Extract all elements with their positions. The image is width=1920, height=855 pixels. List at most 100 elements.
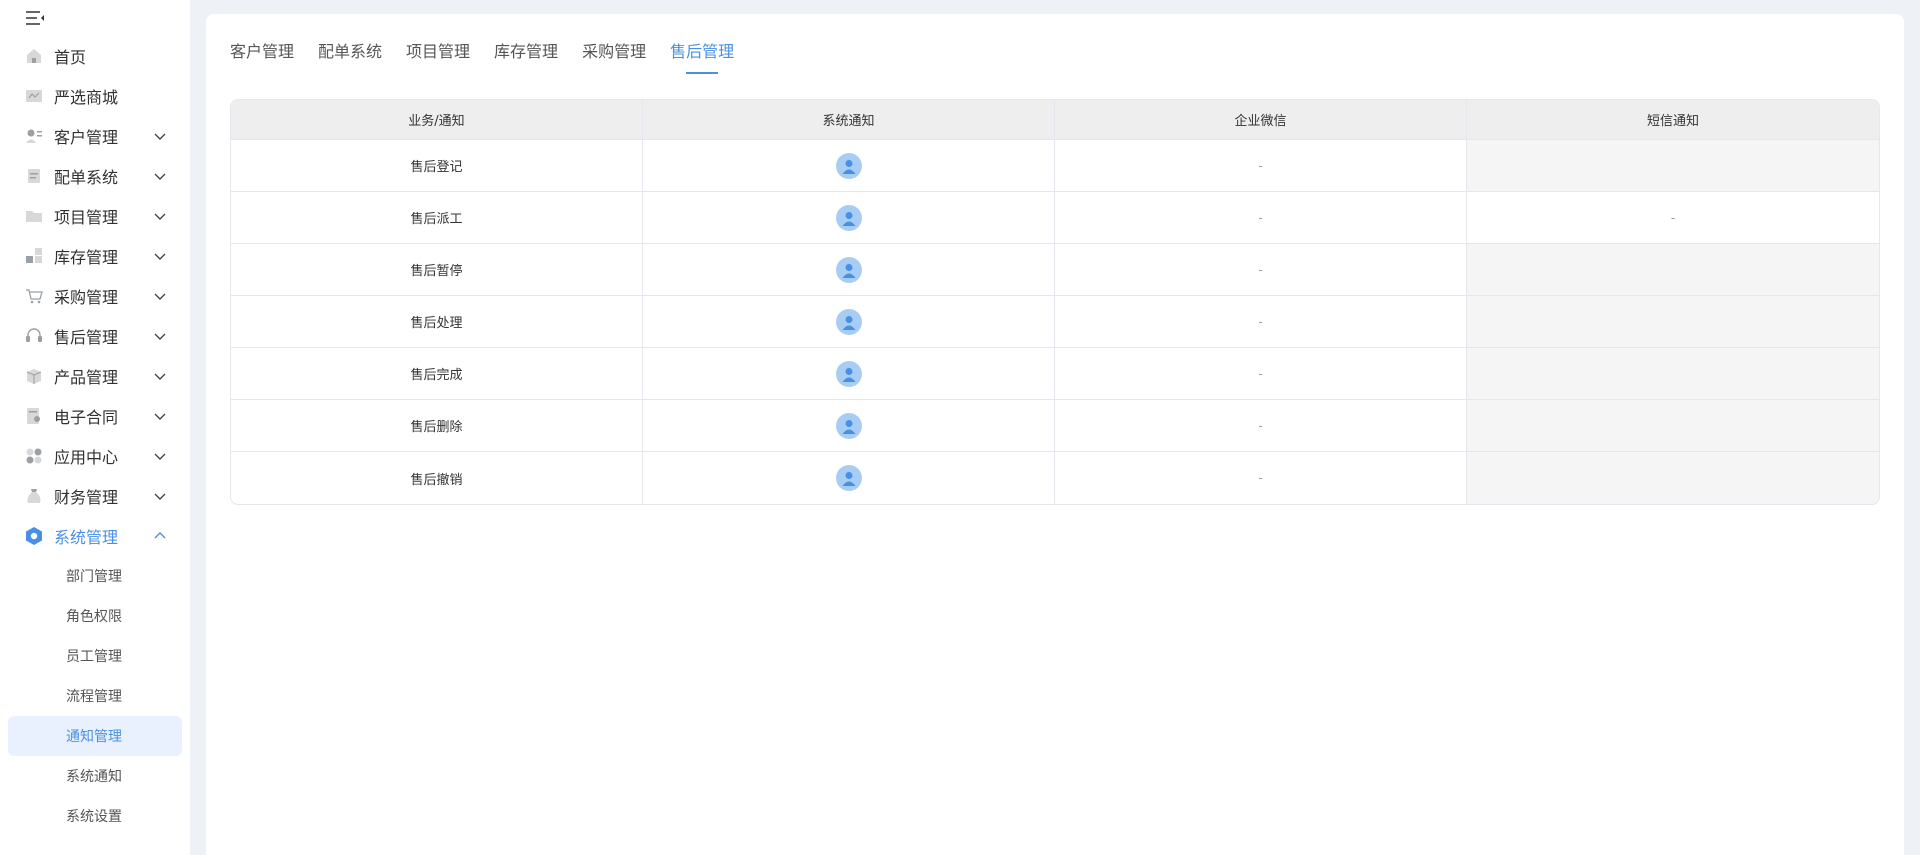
user-avatar-icon[interactable] <box>835 204 862 231</box>
chevron-down-icon <box>152 208 168 224</box>
apps-icon <box>24 446 44 466</box>
business-name-cell: 售后处理 <box>231 296 643 347</box>
chevron-down-icon <box>152 368 168 384</box>
sidebar-item-label: 库存管理 <box>54 248 119 267</box>
sidebar-item-label: 首页 <box>54 48 87 67</box>
chevron-down-icon <box>152 128 168 144</box>
settings-hex-icon <box>24 526 44 546</box>
table-row: 售后处理 - <box>231 296 1879 348</box>
table-row: 售后登记 - <box>231 140 1879 192</box>
table-row: 售后撤销 - <box>231 452 1879 504</box>
wecom-cell[interactable]: - <box>1055 140 1467 191</box>
chevron-down-icon <box>152 448 168 464</box>
sidebar-item-6[interactable]: 采购管理 <box>0 276 190 316</box>
table-body: 售后登记 - 售后派工 - - 售后暂停 - 售后处理 - 售后完成 - 售后删除 - 售后撤销 - <box>231 140 1879 504</box>
wecom-cell[interactable]: - <box>1055 348 1467 399</box>
sidebar-item-7[interactable]: 售后管理 <box>0 316 190 356</box>
home-icon <box>24 46 44 66</box>
system-notice-cell <box>643 296 1055 347</box>
column-header-sms: 短信通知 <box>1467 100 1879 140</box>
sidebar-item-2[interactable]: 客户管理 <box>0 116 190 156</box>
sidebar-item-label: 财务管理 <box>54 488 119 507</box>
user-avatar-icon[interactable] <box>835 465 862 491</box>
system-notice-cell <box>643 244 1055 295</box>
sidebar-item-11[interactable]: 财务管理 <box>0 476 190 516</box>
wecom-value: - <box>1258 158 1263 173</box>
system-notice-cell <box>643 140 1055 191</box>
submenu-item-0[interactable]: 部门管理 <box>8 556 182 596</box>
wecom-value: - <box>1258 471 1263 485</box>
user-avatar-icon[interactable] <box>835 412 862 439</box>
tab-2[interactable]: 项目管理 <box>406 38 470 74</box>
sidebar-item-label: 系统管理 <box>54 528 119 547</box>
tab-3[interactable]: 库存管理 <box>494 38 558 74</box>
submenu-item-3[interactable]: 流程管理 <box>8 676 182 716</box>
user-avatar-icon[interactable] <box>835 256 862 283</box>
wecom-value: - <box>1258 418 1263 433</box>
sidebar-item-label: 客户管理 <box>54 128 119 147</box>
sidebar-item-label: 电子合同 <box>54 408 119 427</box>
notification-table: 业务/通知 系统通知 企业微信 短信通知 售后登记 - 售后派工 - - 售后暂停 - 售后处… <box>230 99 1880 505</box>
sidebar-item-label: 采购管理 <box>54 288 119 307</box>
user-avatar-icon[interactable] <box>835 152 862 179</box>
submenu-item-2[interactable]: 员工管理 <box>8 636 182 676</box>
sidebar-item-1[interactable]: 严选商城 <box>0 76 190 116</box>
system-notice-cell <box>643 348 1055 399</box>
business-name-cell: 售后登记 <box>231 140 643 191</box>
user-avatar-icon[interactable] <box>835 308 862 335</box>
wecom-cell[interactable]: - <box>1055 452 1467 504</box>
inventory-icon <box>24 246 44 266</box>
chevron-down-icon <box>152 288 168 304</box>
submenu-item-4[interactable]: 通知管理 <box>8 716 182 756</box>
order-icon <box>24 166 44 186</box>
sidebar-item-10[interactable]: 应用中心 <box>0 436 190 476</box>
sidebar-item-8[interactable]: 产品管理 <box>0 356 190 396</box>
sidebar-item-label: 项目管理 <box>54 208 119 227</box>
wecom-cell[interactable]: - <box>1055 400 1467 451</box>
sms-cell <box>1467 296 1879 347</box>
sidebar-item-4[interactable]: 项目管理 <box>0 196 190 236</box>
box-icon <box>24 366 44 386</box>
sidebar-item-3[interactable]: 配单系统 <box>0 156 190 196</box>
wecom-cell[interactable]: - <box>1055 192 1467 243</box>
wecom-value: - <box>1258 314 1263 329</box>
collapse-menu-icon[interactable] <box>24 8 46 28</box>
sidebar-item-0[interactable]: 首页 <box>0 36 190 76</box>
tab-0[interactable]: 客户管理 <box>230 38 294 74</box>
business-name-cell: 售后撤销 <box>231 452 643 504</box>
sidebar-item-5[interactable]: 库存管理 <box>0 236 190 276</box>
sidebar-menu: 首页严选商城客户管理配单系统项目管理库存管理采购管理售后管理产品管理电子合同应用… <box>0 36 190 836</box>
wecom-cell[interactable]: - <box>1055 296 1467 347</box>
column-header-system-notice: 系统通知 <box>643 100 1055 140</box>
tab-5[interactable]: 售后管理 <box>670 38 734 74</box>
tab-1[interactable]: 配单系统 <box>318 38 382 74</box>
user-avatar-icon[interactable] <box>835 360 862 387</box>
sms-cell <box>1467 140 1879 191</box>
headset-icon <box>24 326 44 346</box>
system-notice-cell <box>643 192 1055 243</box>
sms-cell[interactable]: - <box>1467 192 1879 243</box>
submenu-item-6[interactable]: 系统设置 <box>8 796 182 836</box>
table-row: 售后暂停 - <box>231 244 1879 296</box>
table-row: 售后完成 - <box>231 348 1879 400</box>
wecom-value: - <box>1258 210 1263 225</box>
sidebar-item-9[interactable]: 电子合同 <box>0 396 190 436</box>
folder-icon <box>24 206 44 226</box>
module-tabs: 客户管理 配单系统 项目管理 库存管理 采购管理 售后管理 <box>230 38 758 74</box>
money-bag-icon <box>24 486 44 506</box>
table-header: 业务/通知 系统通知 企业微信 短信通知 <box>231 100 1879 140</box>
chevron-down-icon <box>152 488 168 504</box>
customer-icon <box>24 126 44 146</box>
store-icon <box>24 86 44 106</box>
submenu-item-5[interactable]: 系统通知 <box>8 756 182 796</box>
wecom-value: - <box>1258 262 1263 277</box>
tab-4[interactable]: 采购管理 <box>582 38 646 74</box>
wecom-cell[interactable]: - <box>1055 244 1467 295</box>
sidebar-item-label: 配单系统 <box>54 168 119 187</box>
sidebar-item-label: 产品管理 <box>54 368 119 387</box>
sms-cell <box>1467 244 1879 295</box>
business-name-cell: 售后暂停 <box>231 244 643 295</box>
system-notice-cell <box>643 400 1055 451</box>
submenu-item-1[interactable]: 角色权限 <box>8 596 182 636</box>
sidebar-item-12[interactable]: 系统管理 <box>0 516 190 556</box>
